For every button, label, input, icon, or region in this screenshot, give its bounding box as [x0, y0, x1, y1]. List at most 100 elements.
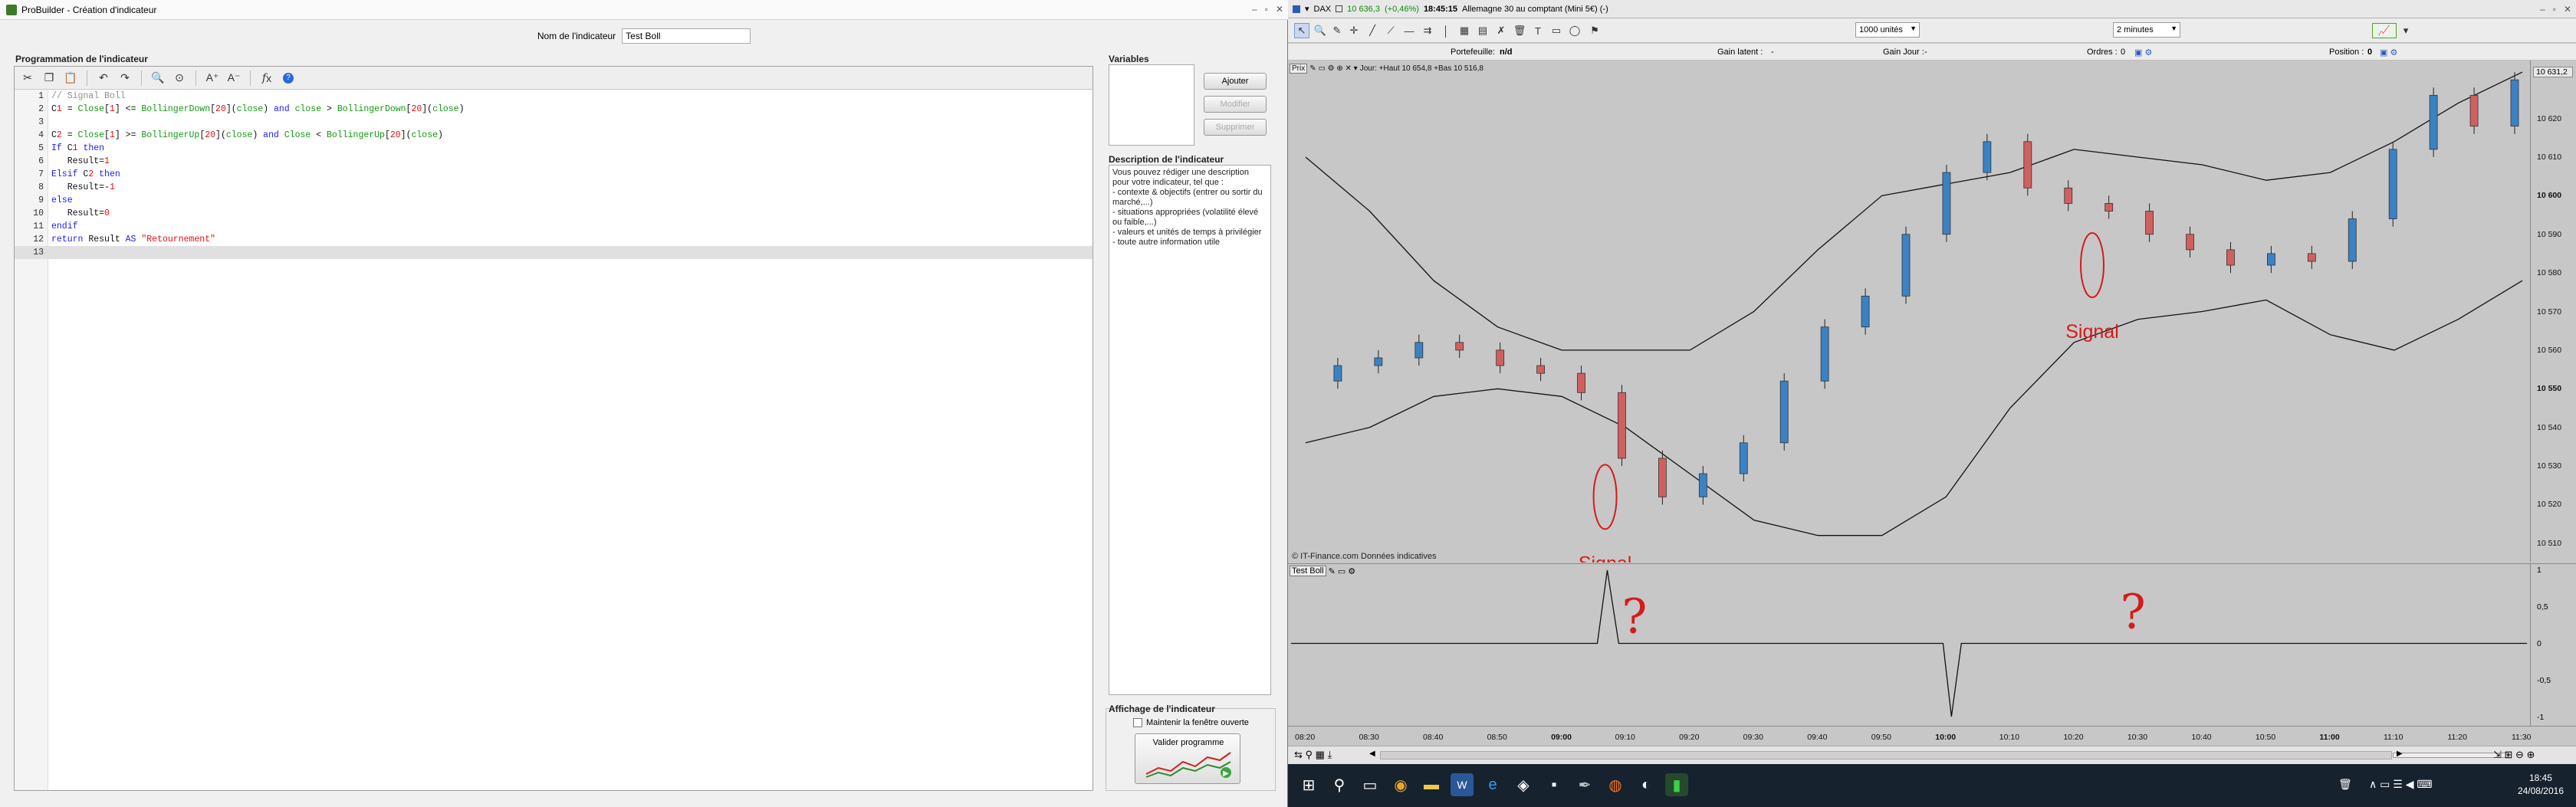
horizontal-line-icon[interactable]: ―: [1401, 23, 1417, 38]
edge-icon[interactable]: e: [1481, 773, 1504, 796]
file-explorer-icon[interactable]: ▬: [1420, 773, 1443, 796]
chart-titlebar: ▾ DAX 10 636,3 (+0,46%) 18:45:15 Allemag…: [1288, 0, 2576, 18]
price-chart[interactable]: Signal Signal: [1288, 61, 2530, 563]
taskbar-clock[interactable]: 18:45 24/08/2016: [2518, 772, 2564, 798]
help-icon[interactable]: ?: [280, 70, 297, 87]
orders-icons[interactable]: ▣ ⚙: [2134, 48, 2152, 57]
zoom-icon[interactable]: 🔍: [1313, 23, 1328, 38]
code-line[interactable]: 5 If C1 then: [15, 142, 1092, 155]
code-line[interactable]: 2 C1 = Close[1] <= BollingerDown[20](clos…: [15, 103, 1092, 116]
code-line[interactable]: 10 Result=0: [15, 207, 1092, 220]
indicator-tool-icons[interactable]: ✎ ▭ ⚙: [1329, 566, 1356, 576]
description-textarea[interactable]: Vous pouvez rédiger une description pour…: [1109, 165, 1271, 695]
chrome-icon[interactable]: ◉: [1389, 773, 1412, 796]
scrollbar-thumb[interactable]: [2393, 753, 2508, 758]
app-icon[interactable]: ◈: [1512, 773, 1535, 796]
trendline-icon[interactable]: ⟋: [1383, 23, 1398, 38]
code-line[interactable]: 1 // Signal Boll: [15, 90, 1092, 103]
eraser-icon[interactable]: ✗: [1493, 23, 1509, 38]
scroll-right-icon[interactable]: ▶: [2397, 750, 2403, 758]
vertical-line-icon[interactable]: │: [1438, 23, 1454, 38]
fibonacci-icon[interactable]: ▦: [1457, 23, 1472, 38]
grid-icon[interactable]: ▤: [1475, 23, 1490, 38]
rectangle-icon[interactable]: ▭: [1549, 23, 1564, 38]
prorealtime-icon[interactable]: ▮: [1665, 773, 1688, 796]
pen-icon[interactable]: ✒: [1573, 773, 1596, 796]
font-larger-icon[interactable]: A⁺: [204, 70, 221, 87]
code-line[interactable]: 8 Result=-1: [15, 181, 1092, 194]
chart-tool-icons[interactable]: ✎ ▭ ⚙ ⊕ ✕ ▾: [1309, 64, 1357, 73]
keep-open-checkbox[interactable]: Maintenir la fenêtre ouverte: [1133, 718, 1249, 727]
indicator-panel[interactable]: ??: [1288, 563, 2530, 726]
chart-header-prefix[interactable]: Prix: [1290, 63, 1308, 74]
font-smaller-icon[interactable]: A⁻: [225, 70, 242, 87]
undo-icon[interactable]: ↶: [95, 70, 112, 87]
task-view-icon[interactable]: ▭: [1359, 773, 1382, 796]
price-tick: 10 570: [2537, 307, 2562, 317]
chevron-down-icon[interactable]: ▾: [2398, 23, 2413, 38]
ellipse-icon[interactable]: ◯: [1567, 23, 1582, 38]
text-icon[interactable]: T: [1530, 23, 1546, 38]
indicator-title[interactable]: Test Boll: [1290, 566, 1326, 576]
chart-scrollbar[interactable]: [1380, 751, 2508, 759]
function-icon[interactable]: fx: [258, 70, 275, 87]
units-select[interactable]: 1000 unités ▼: [1855, 22, 1920, 38]
code-area[interactable]: 1 // Signal Boll 2 C1 = Close[1] <= Bolling…: [15, 90, 1092, 790]
minimize-icon[interactable]: –: [2540, 4, 2545, 15]
channel-icon[interactable]: ⇉: [1420, 23, 1435, 38]
windows-start-icon[interactable]: ⊞: [1297, 773, 1320, 796]
app-icon[interactable]: ▪: [1543, 773, 1566, 796]
code-line[interactable]: 4 C2 = Close[1] >= BollingerUp[20](close)…: [15, 129, 1092, 142]
word-icon[interactable]: W: [1451, 773, 1474, 796]
search-icon[interactable]: 🔍: [150, 70, 166, 87]
drawing-tool-icon[interactable]: ✎: [1329, 23, 1345, 38]
code-line[interactable]: 12 return Result AS "Retournement": [15, 233, 1092, 246]
cut-icon[interactable]: ✂: [19, 70, 36, 87]
variables-list[interactable]: [1109, 64, 1194, 146]
modify-variable-button[interactable]: Modifier: [1204, 96, 1267, 113]
code-line[interactable]: 3: [15, 116, 1092, 129]
crosshair-icon[interactable]: ✛: [1346, 23, 1362, 38]
indicator-name-input[interactable]: [622, 28, 751, 44]
price-axis[interactable]: 10 631,2 10 620 10 610 10 600 10 590 10 580 1…: [2530, 61, 2576, 563]
navigation-tool-icons[interactable]: ⇆ ⚲ ▦ ⤓: [1294, 749, 1332, 761]
close-icon[interactable]: ✕: [1276, 4, 1283, 15]
copy-icon[interactable]: ❐: [41, 70, 58, 87]
trash-icon[interactable]: 🗑: [1512, 23, 1527, 38]
minimize-icon[interactable]: –: [1252, 4, 1257, 15]
trade-chart-icon[interactable]: 📈: [2372, 23, 2397, 38]
tray-icons[interactable]: ∧ ▭ ☰ ◀ ⌨: [2369, 778, 2433, 791]
time-axis[interactable]: 08:20 08:30 08:40 08:50 09:00 09:10 09:20 09:30…: [1288, 726, 2576, 746]
code-line[interactable]: 6 Result=1: [15, 155, 1092, 168]
checkbox-box[interactable]: [1133, 718, 1142, 727]
delete-variable-button[interactable]: Supprimer: [1204, 119, 1267, 136]
replace-icon[interactable]: ⊙: [171, 70, 188, 87]
code-line[interactable]: 13: [15, 246, 1092, 259]
search-icon[interactable]: ⚲: [1328, 773, 1351, 796]
description-title: Description de l'indicateur: [1109, 154, 1224, 165]
close-icon[interactable]: ✕: [2564, 4, 2571, 15]
code-line[interactable]: 11 endif: [15, 220, 1092, 233]
recycle-bin-icon[interactable]: 🗑: [2338, 778, 2352, 791]
paste-icon[interactable]: 📋: [62, 70, 79, 87]
code-line[interactable]: 7 Elsif C2 then: [15, 168, 1092, 181]
line-icon[interactable]: ╱: [1365, 23, 1380, 38]
position-icons[interactable]: ▣ ⚙: [2380, 48, 2397, 57]
restore-icon[interactable]: ▫: [1265, 4, 1268, 15]
scroll-left-icon[interactable]: ◀: [1369, 750, 1375, 758]
price-tick: 10 610: [2537, 152, 2562, 162]
zoom-controls-icons[interactable]: ⇲ ⊞ ⊖ ⊕: [2493, 749, 2535, 761]
orders-value: 0: [2121, 48, 2126, 57]
candle-body: [1983, 141, 1992, 173]
dropdown-arrow-icon[interactable]: ▾: [1305, 4, 1309, 14]
app-icon[interactable]: ◐: [1635, 773, 1658, 796]
cursor-icon[interactable]: ↖: [1294, 23, 1309, 38]
validate-program-button[interactable]: Valider programme ▶: [1135, 733, 1240, 784]
add-variable-button[interactable]: Ajouter: [1204, 73, 1267, 90]
code-line[interactable]: 9 else: [15, 194, 1092, 207]
restore-icon[interactable]: ▫: [2553, 4, 2556, 15]
interval-select[interactable]: 2 minutes ▼: [2113, 22, 2180, 38]
firefox-icon[interactable]: ◍: [1604, 773, 1627, 796]
alert-icon[interactable]: ⚑: [1587, 23, 1602, 38]
redo-icon[interactable]: ↷: [117, 70, 133, 87]
